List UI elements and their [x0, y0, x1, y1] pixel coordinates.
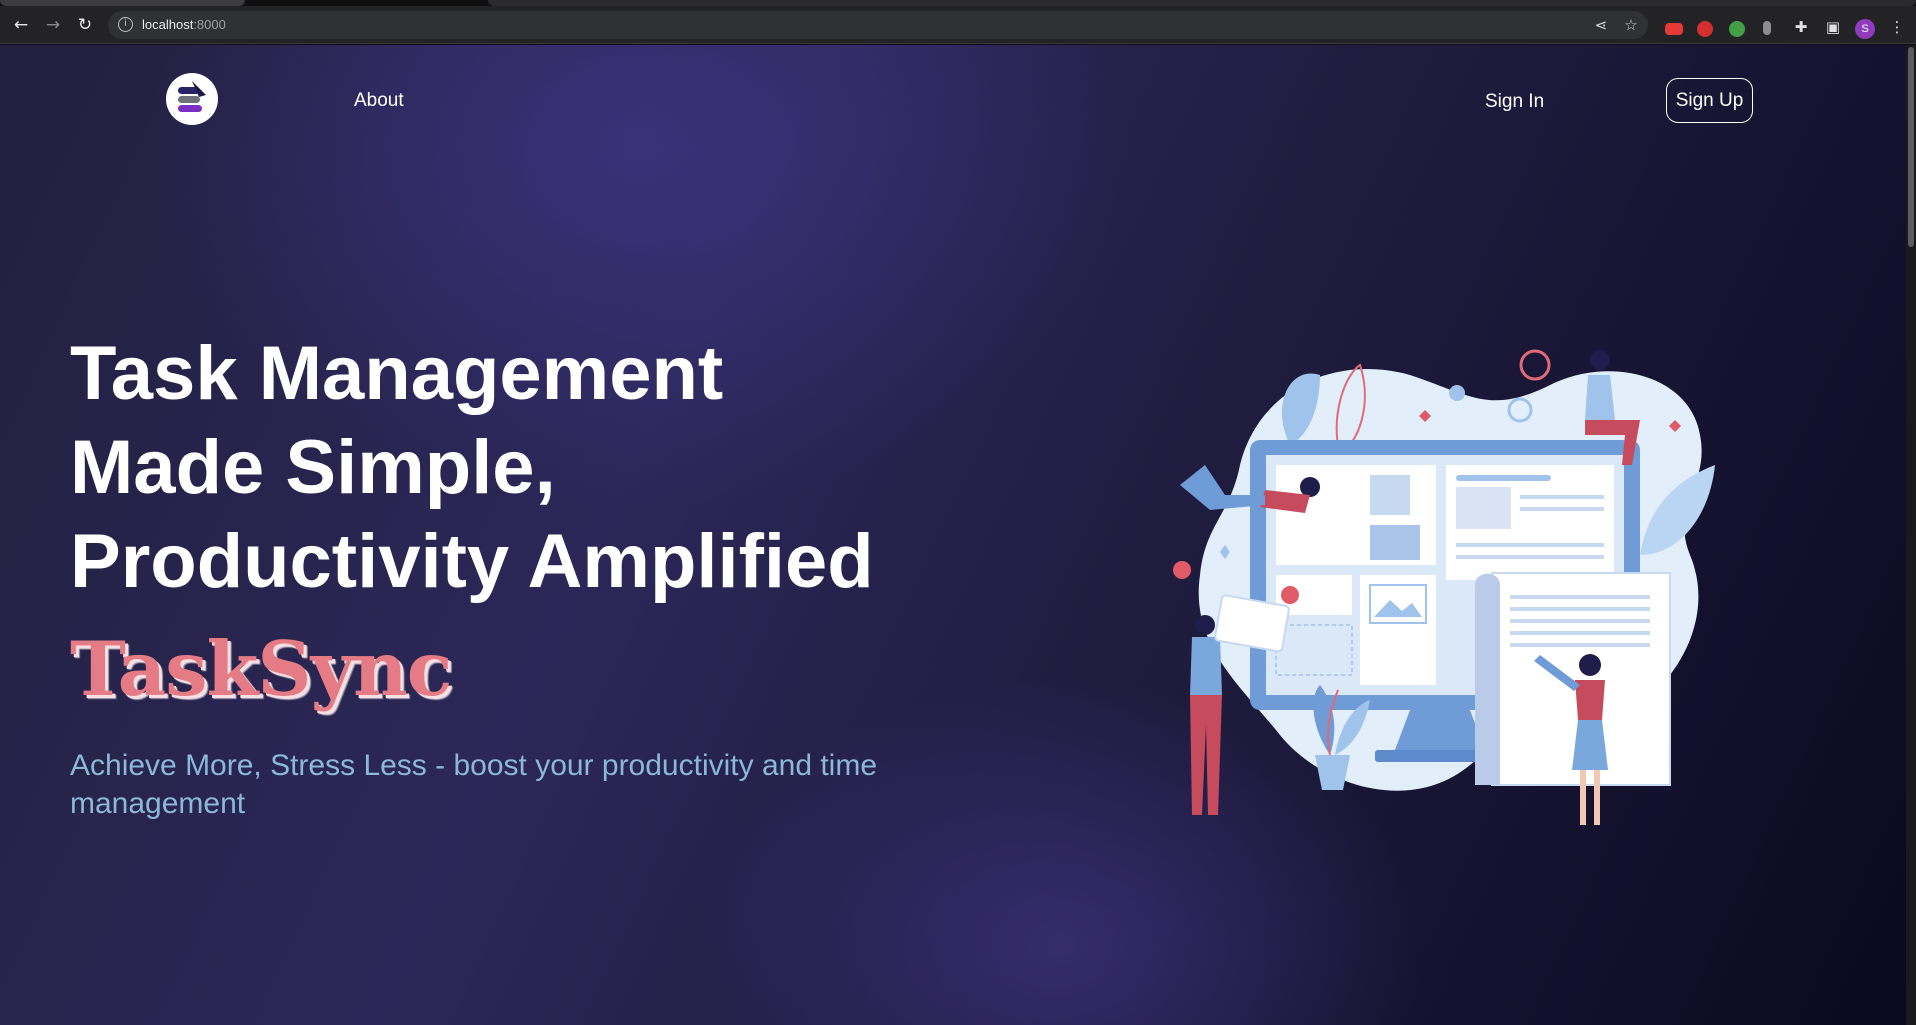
doc-line: [1510, 643, 1650, 647]
person-head: [1590, 350, 1610, 370]
forward-icon[interactable]: →: [42, 14, 64, 36]
hero-title-line: Productivity Amplified: [70, 519, 874, 604]
card-block: [1370, 475, 1410, 515]
profile-avatar[interactable]: S: [1855, 19, 1875, 39]
card-dot: [1281, 586, 1299, 604]
person-body: [1585, 375, 1615, 420]
paper-scroll: [1475, 573, 1500, 785]
tasksync-logo[interactable]: [166, 73, 218, 125]
card-line: [1520, 495, 1604, 499]
card-line: [1456, 475, 1551, 481]
extension-tree-icon[interactable]: [1729, 21, 1745, 37]
doc-line: [1510, 607, 1650, 611]
person-skirt: [1572, 720, 1608, 770]
person-legs: [1190, 695, 1222, 815]
address-url[interactable]: localhost:8000: [142, 17, 226, 32]
plant-pot: [1315, 755, 1350, 790]
clock-icon: [1449, 385, 1465, 401]
logo-stack-icon: [178, 81, 206, 112]
card-block: [1370, 525, 1420, 560]
landing-page: About Sign In Sign Up Task Management Ma…: [0, 45, 1906, 1025]
nav-about-link[interactable]: About: [354, 90, 404, 112]
person-head: [1300, 477, 1320, 497]
share-icon[interactable]: ⋖: [1592, 16, 1610, 34]
site-info-icon[interactable]: i: [118, 17, 133, 32]
person-head: [1195, 615, 1215, 635]
play-icon: [1173, 561, 1191, 579]
menu-kebab-icon[interactable]: ⋮: [1888, 18, 1906, 36]
hero-title-line: Task Management: [70, 331, 724, 416]
person-body: [1575, 680, 1605, 720]
extensions-puzzle-icon[interactable]: ✚: [1792, 18, 1810, 36]
address-bar[interactable]: i localhost:8000 ⋖ ☆: [108, 11, 1648, 39]
url-port: :8000: [193, 17, 226, 32]
person-body: [1190, 637, 1222, 695]
person-legs: [1580, 770, 1586, 825]
gear-icon: [1519, 349, 1551, 381]
hero-tagline: Achieve More, Stress Less - boost your p…: [70, 749, 878, 820]
doc-line: [1510, 619, 1650, 623]
card-line: [1456, 555, 1604, 559]
monitor-stand: [1395, 710, 1485, 750]
url-host: localhost: [142, 17, 194, 32]
extension-battery-icon[interactable]: [1763, 21, 1771, 35]
doc-line: [1510, 631, 1650, 635]
page-scrollbar[interactable]: [1906, 45, 1916, 1025]
hero-title: Task Management Made Simple, Productivit…: [70, 327, 970, 609]
bookmark-star-icon[interactable]: ☆: [1622, 16, 1640, 34]
card: [1360, 575, 1436, 685]
person-head: [1579, 654, 1601, 676]
brand-name: TaskSync: [70, 625, 452, 713]
hero-illustration: [1173, 349, 1715, 825]
browser-toolbar: ← → ↻ i localhost:8000 ⋖ ☆ ✚ ▣ S ⋮: [0, 6, 1916, 44]
extension-record-icon[interactable]: [1697, 21, 1713, 37]
reload-icon[interactable]: ↻: [74, 14, 96, 36]
side-panel-icon[interactable]: ▣: [1824, 18, 1842, 36]
card-line: [1456, 543, 1604, 547]
person-legs: [1594, 770, 1600, 825]
extension-youtube-icon[interactable]: [1665, 23, 1683, 35]
card-block: [1456, 487, 1511, 529]
scrollbar-thumb[interactable]: [1908, 47, 1914, 247]
nav-sign-in-link[interactable]: Sign In: [1485, 91, 1544, 113]
card-line: [1520, 507, 1604, 511]
back-icon[interactable]: ←: [10, 14, 32, 36]
sign-up-button[interactable]: Sign Up: [1666, 78, 1753, 123]
hero-title-line: Made Simple,: [70, 425, 556, 510]
doc-line: [1510, 595, 1650, 599]
